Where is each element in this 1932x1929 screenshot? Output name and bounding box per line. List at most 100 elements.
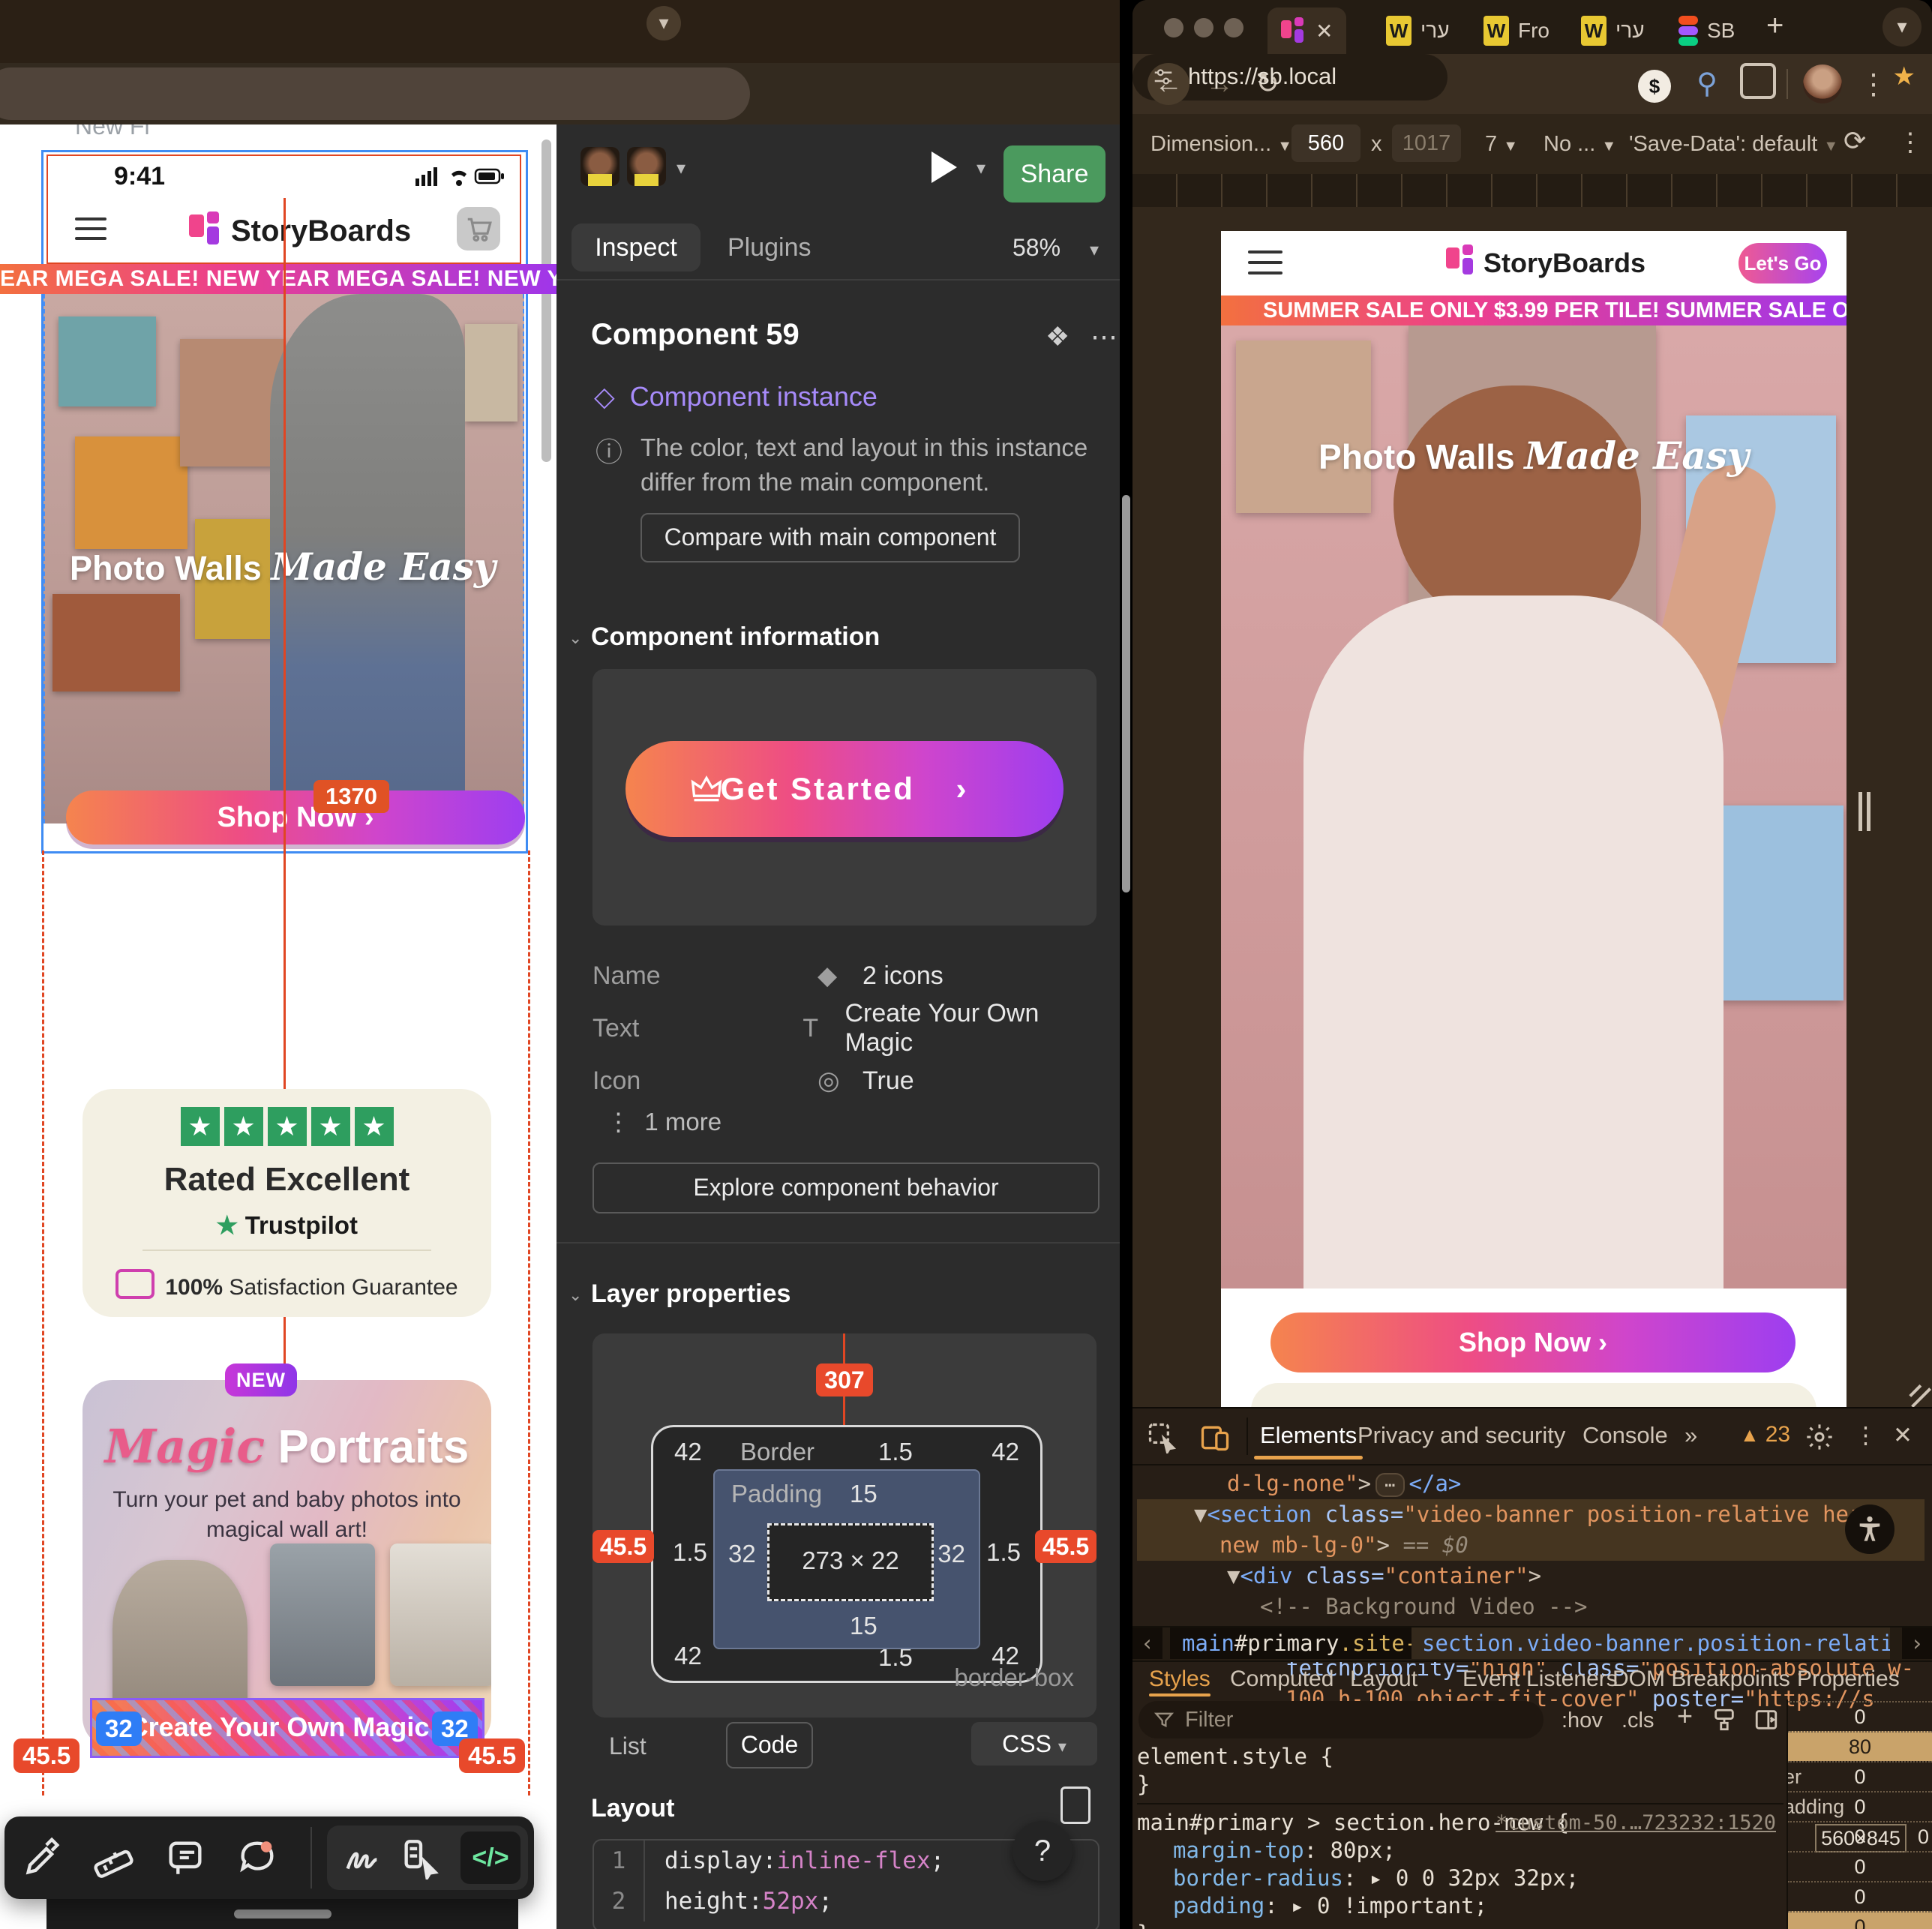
traffic-light-close[interactable] xyxy=(1164,18,1184,38)
annotate-icon[interactable] xyxy=(236,1836,279,1880)
explore-behavior-button[interactable]: Explore component behavior xyxy=(592,1162,1100,1214)
devtools-menu-icon[interactable]: ⋮ xyxy=(1854,1408,1877,1462)
styles-tab-styles[interactable]: Styles xyxy=(1149,1662,1210,1696)
viewport-resize-handle[interactable] xyxy=(1858,792,1870,831)
accessibility-icon[interactable] xyxy=(1845,1504,1894,1554)
devtools-tab-elements[interactable]: Elements xyxy=(1260,1408,1357,1462)
panel-scrollbar[interactable] xyxy=(1122,495,1130,892)
device-dimensions-select[interactable]: Dimension... ▼ xyxy=(1150,129,1292,161)
new-tab-button[interactable]: + xyxy=(1766,9,1784,43)
tree-node[interactable]: ▼<div class="container"> xyxy=(1137,1561,1924,1592)
device-toolbar-icon[interactable] xyxy=(1198,1420,1232,1454)
lets-go-button[interactable]: Let's Go xyxy=(1738,243,1827,284)
section-layer-properties[interactable]: Layer properties xyxy=(591,1280,790,1309)
browser-tab-ערי[interactable]: Wערי xyxy=(1568,8,1658,54)
filter-input[interactable]: Filter xyxy=(1138,1701,1544,1738)
site-shop-now-button[interactable]: Shop Now › xyxy=(1270,1312,1796,1372)
selected-cta-element[interactable]: Create Your Own Magic › xyxy=(90,1698,484,1758)
sidebar-toggle-icon[interactable] xyxy=(1754,1707,1779,1732)
css-declaration[interactable]: margin-top: 80px; xyxy=(1137,1837,1784,1864)
new-rule-icon[interactable]: + xyxy=(1677,1701,1693,1731)
pin-extension-icon[interactable]: ⚲ xyxy=(1686,63,1728,105)
styles-tab-properties[interactable]: Properties xyxy=(1797,1662,1900,1696)
menu-hamburger-icon[interactable] xyxy=(75,218,106,242)
devtools-close-icon[interactable]: ✕ xyxy=(1893,1408,1912,1462)
devtools-settings-icon[interactable] xyxy=(1804,1422,1834,1452)
menu-hamburger-icon[interactable] xyxy=(1248,250,1282,276)
section-chevron-icon[interactable]: ⌄ xyxy=(568,1286,582,1305)
left-url-pill[interactable] xyxy=(0,68,750,120)
figma-canvas[interactable]: New Fi 9:41 StoryBoards EAR MEGA SALE! N… xyxy=(0,124,556,1929)
devtools-tab-console[interactable]: Console xyxy=(1582,1408,1668,1462)
measure-mode-icon[interactable] xyxy=(399,1836,442,1880)
play-button[interactable] xyxy=(932,152,957,183)
css-rule-source[interactable]: *custom-50.…723232:1520 xyxy=(1496,1809,1776,1837)
class-button[interactable]: .cls xyxy=(1622,1706,1654,1736)
play-chevron-icon[interactable]: ▾ xyxy=(976,158,986,179)
breadcrumb-section[interactable]: section.video-banner.position-relative.h… xyxy=(1412,1628,1890,1659)
zoom-level[interactable]: 58% ▾ xyxy=(1012,224,1099,274)
throttling-select[interactable]: No ... ▼ xyxy=(1544,129,1616,161)
zoom-select[interactable]: 7 ▼ xyxy=(1485,129,1518,161)
tab-inspect[interactable]: Inspect xyxy=(572,224,700,272)
prop-value[interactable]: Create Your Own Magic xyxy=(844,999,1096,1058)
browser-tab-storyboards[interactable]: ✕ xyxy=(1268,8,1346,54)
draw-mode-icon[interactable] xyxy=(340,1836,384,1880)
traffic-light-zoom[interactable] xyxy=(1224,18,1244,38)
styles-tab-layout[interactable]: Layout xyxy=(1350,1662,1418,1696)
browser-tab-ערי[interactable]: Wערי xyxy=(1372,8,1463,54)
save-data-select[interactable]: 'Save-Data': default ▼ xyxy=(1629,129,1838,161)
share-button[interactable]: Share xyxy=(1004,146,1106,202)
styles-tab-computed[interactable]: Computed xyxy=(1230,1662,1334,1696)
tab-plugins[interactable]: Plugins xyxy=(728,224,812,272)
rendering-icon[interactable] xyxy=(1712,1707,1737,1732)
profile-avatar[interactable] xyxy=(1803,64,1842,104)
component-menu-icon[interactable]: ⋯ xyxy=(1090,321,1118,352)
tree-node-selected[interactable]: ▼<section class="video-banner position-r… xyxy=(1137,1499,1924,1561)
shop-now-button[interactable]: Shop Now › 1370 xyxy=(66,790,525,844)
layout-code-line[interactable]: 2height: 52px; xyxy=(594,1881,1098,1922)
tabstrip-chevron-button[interactable]: ▾ xyxy=(646,6,681,40)
avatars-chevron-icon[interactable]: ▾ xyxy=(676,158,686,179)
boxmodel-sidebar[interactable]: 080er0adding00 560×845 0000 xyxy=(1788,1701,1932,1929)
comment-icon[interactable] xyxy=(164,1836,207,1880)
url-text[interactable]: https://sb.local xyxy=(1188,63,1336,90)
viewport-width-input[interactable]: 560 xyxy=(1292,124,1360,162)
rotate-icon[interactable]: ⟳ xyxy=(1844,126,1866,156)
component-icon[interactable]: ❖ xyxy=(1046,321,1070,352)
cashback-extension-icon[interactable]: $ xyxy=(1634,63,1676,105)
element-style-rule[interactable]: element.style { xyxy=(1137,1743,1784,1771)
collaborator-avatar-1[interactable] xyxy=(580,147,620,186)
traffic-light-minimize[interactable] xyxy=(1194,18,1214,38)
css-declaration[interactable]: padding: ▸ 0 !important; xyxy=(1137,1892,1784,1920)
bookmark-filled-icon[interactable]: ★ xyxy=(1893,62,1916,92)
tree-node[interactable]: d-lg-none">⋯</a> xyxy=(1137,1468,1924,1499)
more-tabs-icon[interactable]: » xyxy=(1684,1408,1697,1462)
compare-button[interactable]: Compare with main component xyxy=(640,513,1020,562)
cart-button[interactable] xyxy=(457,207,500,250)
styles-pane[interactable]: element.style { } main#primary > section… xyxy=(1137,1743,1784,1929)
tab-search-chevron[interactable]: ▾ xyxy=(1882,8,1922,46)
eyedropper-icon[interactable] xyxy=(21,1836,64,1880)
browser-menu-icon[interactable]: ⋮ xyxy=(1852,63,1894,105)
prop-value[interactable]: True xyxy=(862,1066,914,1096)
prop-value[interactable]: 2 icons xyxy=(862,962,944,991)
tree-node[interactable]: <!-- Background Video --> xyxy=(1137,1592,1924,1622)
device-menu-icon[interactable]: ⋮ xyxy=(1898,128,1923,158)
one-more-row[interactable]: ⋮ 1 more xyxy=(606,1107,722,1136)
browser-tab-Fro[interactable]: WFro xyxy=(1470,8,1563,54)
component-instance-row[interactable]: ◇ Component instance xyxy=(594,381,878,412)
help-button[interactable]: ? xyxy=(1012,1821,1072,1881)
styles-tab-event-listeners[interactable]: Event Listeners xyxy=(1462,1662,1618,1696)
tab-close-icon[interactable]: ✕ xyxy=(1316,19,1333,44)
section-chevron-icon[interactable]: ⌄ xyxy=(568,628,582,648)
ruler-icon[interactable] xyxy=(92,1836,135,1880)
css-rule-selector[interactable]: main#primary > section.hero-new {*custom… xyxy=(1137,1809,1784,1837)
canvas-scrollbar[interactable] xyxy=(542,140,551,462)
collaborator-avatar-2[interactable] xyxy=(627,147,666,186)
list-option[interactable]: List xyxy=(609,1732,646,1760)
styles-tab-dom-breakpoints[interactable]: DOM Breakpoints xyxy=(1612,1662,1790,1696)
hover-state-button[interactable]: :hov xyxy=(1562,1706,1603,1736)
code-mode-button[interactable]: </> xyxy=(460,1832,520,1884)
warnings-badge[interactable]: 23 xyxy=(1740,1422,1790,1448)
